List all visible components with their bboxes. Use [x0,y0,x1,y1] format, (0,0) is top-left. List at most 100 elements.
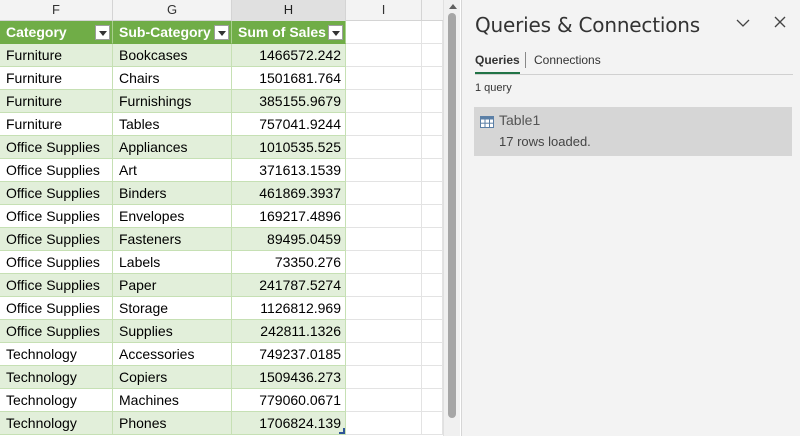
table-cell[interactable]: 242811.1326 [232,320,346,343]
empty-cell[interactable] [346,21,422,44]
table-cell[interactable]: Appliances [113,136,232,159]
empty-cell[interactable] [422,159,443,182]
empty-cell[interactable] [346,205,422,228]
empty-cell[interactable] [346,67,422,90]
empty-cell[interactable] [422,228,443,251]
table-cell[interactable]: Technology [0,343,113,366]
table-cell[interactable]: Furniture [0,67,113,90]
table-cell[interactable]: Supplies [113,320,232,343]
table-cell[interactable]: Tables [113,113,232,136]
table-cell[interactable]: 1466572.242 [232,44,346,67]
table-cell[interactable]: 1501681.764 [232,67,346,90]
table-cell[interactable]: Office Supplies [0,228,113,251]
empty-cell[interactable] [422,343,443,366]
table-cell[interactable]: Binders [113,182,232,205]
empty-cell[interactable] [422,113,443,136]
table-cell[interactable]: Phones [113,412,232,435]
column-header-f[interactable]: F [0,0,113,21]
empty-cell[interactable] [422,182,443,205]
table-cell[interactable]: 1509436.273 [232,366,346,389]
empty-cell[interactable] [346,228,422,251]
filter-dropdown-button[interactable] [95,25,110,40]
empty-cell[interactable] [422,251,443,274]
empty-cell[interactable] [346,297,422,320]
table-cell[interactable]: 241787.5274 [232,274,346,297]
column-header-h[interactable]: H [232,0,346,21]
vertical-scrollbar[interactable] [443,0,460,436]
table-cell[interactable]: Office Supplies [0,159,113,182]
table-cell[interactable]: 757041.9244 [232,113,346,136]
filter-dropdown-button[interactable] [214,25,229,40]
empty-cell[interactable] [422,205,443,228]
column-header-g[interactable]: G [113,0,232,21]
table-cell[interactable]: Furniture [0,90,113,113]
table-cell[interactable]: 1010535.525 [232,136,346,159]
empty-cell[interactable] [346,44,422,67]
empty-cell[interactable] [346,251,422,274]
table-cell[interactable]: Office Supplies [0,205,113,228]
table-cell[interactable]: 1706824.139 [232,412,346,435]
scrollbar-thumb[interactable] [448,13,456,418]
table-cell[interactable]: Labels [113,251,232,274]
column-header-next[interactable] [422,0,443,21]
chevron-down-icon[interactable] [734,14,752,32]
empty-cell[interactable] [346,182,422,205]
table-cell[interactable]: Technology [0,412,113,435]
table-cell[interactable]: Technology [0,366,113,389]
table-cell[interactable]: Office Supplies [0,251,113,274]
empty-cell[interactable] [422,412,443,435]
empty-cell[interactable] [422,44,443,67]
empty-cell[interactable] [346,412,422,435]
empty-cell[interactable] [346,274,422,297]
table-cell[interactable]: Bookcases [113,44,232,67]
empty-cell[interactable] [422,67,443,90]
empty-cell[interactable] [346,366,422,389]
empty-cell[interactable] [346,159,422,182]
spreadsheet-grid[interactable]: F G H I Category Sub-Category Sum of Sal… [0,0,443,436]
table-cell[interactable]: 73350.276 [232,251,346,274]
table-cell[interactable]: 749237.0185 [232,343,346,366]
table-cell[interactable]: Envelopes [113,205,232,228]
table-cell[interactable]: Office Supplies [0,136,113,159]
close-icon[interactable] [770,12,790,32]
empty-cell[interactable] [422,297,443,320]
table-cell[interactable]: Paper [113,274,232,297]
empty-cell[interactable] [346,320,422,343]
table-cell[interactable]: Office Supplies [0,297,113,320]
table-cell[interactable]: 371613.1539 [232,159,346,182]
tab-connections[interactable]: Connections [534,51,601,75]
table-cell[interactable]: 779060.0671 [232,389,346,412]
empty-cell[interactable] [346,136,422,159]
table-cell[interactable]: Copiers [113,366,232,389]
table-cell[interactable]: Furniture [0,44,113,67]
empty-cell[interactable] [422,366,443,389]
table-cell[interactable]: Accessories [113,343,232,366]
empty-cell[interactable] [422,274,443,297]
table-cell[interactable]: Technology [0,389,113,412]
table-cell[interactable]: 385155.9679 [232,90,346,113]
empty-cell[interactable] [422,136,443,159]
empty-cell[interactable] [422,320,443,343]
empty-cell[interactable] [422,90,443,113]
table-cell[interactable]: Chairs [113,67,232,90]
table-cell[interactable]: Office Supplies [0,182,113,205]
table-cell[interactable]: Art [113,159,232,182]
column-header-i[interactable]: I [346,0,422,21]
table-cell[interactable]: Machines [113,389,232,412]
table-cell[interactable]: Fasteners [113,228,232,251]
scroll-up-arrow-icon[interactable] [449,4,457,9]
table-cell[interactable]: 1126812.969 [232,297,346,320]
empty-cell[interactable] [346,113,422,136]
table-cell[interactable]: Office Supplies [0,320,113,343]
empty-cell[interactable] [422,389,443,412]
filter-dropdown-button[interactable] [328,25,343,40]
table-cell[interactable]: 169217.4896 [232,205,346,228]
table-cell[interactable]: Furnishings [113,90,232,113]
empty-cell[interactable] [346,389,422,412]
table-resize-handle[interactable] [339,428,345,434]
empty-cell[interactable] [346,343,422,366]
empty-cell[interactable] [346,90,422,113]
empty-cell[interactable] [422,21,443,44]
query-item-table1[interactable]: Table1 17 rows loaded. [474,107,792,156]
table-cell[interactable]: Office Supplies [0,274,113,297]
